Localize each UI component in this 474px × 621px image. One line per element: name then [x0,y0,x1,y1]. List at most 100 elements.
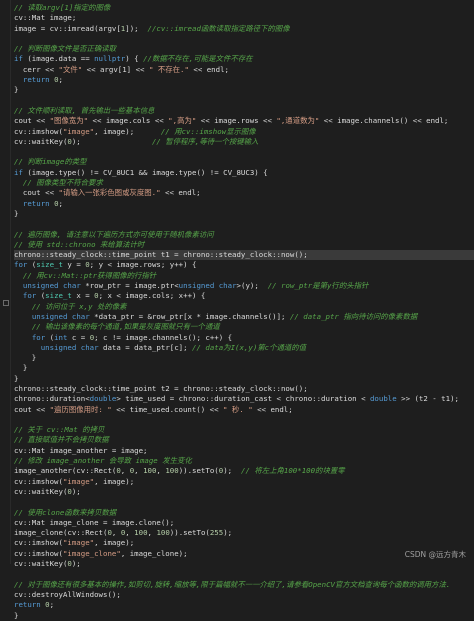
code-line[interactable] [14,34,474,44]
code-line[interactable]: // 判断图像文件是否正确读取 [14,44,474,54]
code-line[interactable] [14,569,474,579]
code-line[interactable]: } [14,353,474,363]
code-line[interactable]: } [14,85,474,95]
code-line[interactable]: // 直接赋值并不会拷贝数据 [14,435,474,445]
code-line[interactable]: } [14,209,474,219]
code-line[interactable]: cout << "图像宽为" << image.cols << ",高为" <<… [14,116,474,126]
code-line[interactable]: cv::Mat image_clone = image.clone(); [14,518,474,528]
code-token: cv::imshow( [14,126,63,136]
code-line[interactable] [14,96,474,106]
code-line[interactable]: if (image.data == nullptr) { //数据不存在,可能是… [14,54,474,64]
code-token: ; [58,198,63,208]
code-token: unsigned [22,281,59,291]
code-token: c = [67,332,90,342]
code-token: } [14,363,28,373]
code-line[interactable]: image = cv::imread(argv[1]); //cv::imrea… [14,24,474,34]
code-line[interactable]: cv::waitKey(0); [14,487,474,497]
code-token: // 判断图像文件是否正确读取 [14,44,117,54]
fold-toggle-icon[interactable] [3,300,9,306]
code-line[interactable]: // 输出该像素的每个通道,如果是灰度图就只有一个通道 [14,322,474,332]
code-line[interactable]: image_another(cv::Rect(0, 0, 100, 100)).… [14,466,474,476]
code-token: )).setTo( [178,466,219,476]
code-line[interactable] [14,147,474,157]
code-token: cout << [14,116,50,126]
code-line[interactable]: // 使用clone函数来拷贝数据 [14,508,474,518]
code-token: image = cv::imread(argv[ [14,23,121,33]
code-token: ( [36,291,46,301]
code-line[interactable]: cerr << "文件" << argv[1] << " 不存在." << en… [14,65,474,75]
code-line[interactable]: for (size_t x = 0; x < image.cols; x++) … [14,291,474,301]
code-line[interactable]: // 修改 image_another 会导致 image 发生变化 [14,456,474,466]
code-line[interactable]: // 关于 cv::Mat 的拷贝 [14,425,474,435]
code-line[interactable]: image_clone(cv::Rect(0, 0, 100, 100)).se… [14,528,474,538]
code-line[interactable]: cv::waitKey(0); [14,559,474,569]
code-token: size_t [45,291,72,301]
code-lines[interactable]: // 读取argv[1]指定的图像 cv::Mat image; image = c… [14,3,474,621]
code-line[interactable]: if (image.type() != CV_8UC1 && image.typ… [14,168,474,178]
code-line[interactable]: cout << "请输入一张彩色图或灰度图." << endl; [14,188,474,198]
code-token: unsigned [40,342,77,352]
code-token: , [125,528,135,538]
code-token: // 输出该像素的每个通道,如果是灰度图就只有一个通道 [31,322,220,332]
code-line[interactable]: // 文件顺利读取, 首先输出一些基本信息 [14,106,474,116]
code-line[interactable]: return 0; [14,199,474,209]
code-line[interactable]: cv::Mat image; [14,13,474,23]
code-line[interactable]: } [14,363,474,373]
code-token: *data_ptr = &row_ptr[x * image.channels(… [89,311,290,321]
code-line[interactable]: chrono::duration<double> time_used = chr… [14,394,474,404]
code-line[interactable]: return 0; [14,75,474,85]
code-line[interactable]: unsigned char *row_ptr = image.ptr<unsig… [14,281,474,291]
code-token: cv::waitKey( [14,486,68,496]
code-token: double [89,394,117,404]
code-token: ",高为" [168,116,197,126]
code-line[interactable]: cv::destroyAllWindows(); [14,590,474,600]
code-line[interactable] [14,497,474,507]
code-line[interactable]: unsigned char *data_ptr = &row_ptr[x * i… [14,312,474,322]
code-line[interactable]: return 0; [14,600,474,610]
code-token: // 访问位于 x,y 处的像素 [31,301,127,311]
code-line[interactable]: cv::imshow("image", image); // 用cv::imsh… [14,127,474,137]
code-token: ); [223,528,233,538]
code-line[interactable]: // 用cv::Mat::ptr获得图像的行指针 [14,271,474,281]
code-line[interactable]: // 图像类型不符合要求 [14,178,474,188]
code-token: // 关于 cv::Mat 的拷贝 [14,425,105,435]
code-line[interactable]: // 访问位于 x,y 处的像素 [14,302,474,312]
code-token: //cv::imread函数读取指定路径下的图像 [147,23,290,33]
code-line[interactable]: unsigned char data = data_ptr[c]; // dat… [14,343,474,353]
code-line[interactable]: chrono::steady_clock::time_point t1 = ch… [14,250,474,261]
code-token: << endl; [252,404,293,414]
code-token: ); [71,136,152,146]
code-line[interactable]: cv::imshow("image", image); [14,538,474,548]
code-token: "image_clone" [62,548,121,558]
code-token: // 文件顺利读取, 首先输出一些基本信息 [14,105,155,115]
code-token: // row_ptr是第y行的头指针 [267,281,369,291]
code-line[interactable]: // 判断image的类型 [14,157,474,167]
code-line[interactable] [14,219,474,229]
code-line[interactable]: for (size_t y = 0; y < image.rows; y++) … [14,260,474,270]
code-line[interactable]: // 遍历图像, 请注意以下遍历方式亦可使用于随机像素访问 [14,230,474,240]
code-line[interactable] [14,415,474,425]
code-line[interactable]: // 对于图像还有很多基本的操作,如剪切,旋转,缩放等,限于篇幅就不一一介绍了,… [14,580,474,590]
code-line[interactable]: // 读取argv[1]指定的图像 [14,3,474,13]
code-line[interactable]: chrono::steady_clock::time_point t2 = ch… [14,384,474,394]
code-line[interactable]: cv::imshow("image", image); [14,477,474,487]
code-line[interactable]: for (int c = 0; c != image.channels(); c… [14,333,474,343]
code-line[interactable]: cv::waitKey(0); // 暂停程序,等待一个按键输入 [14,137,474,147]
code-token: , image); [94,538,135,548]
code-token: chrono::steady_clock::time_point t2 = ch… [14,383,308,393]
code-token: if [14,54,23,64]
code-line[interactable]: // 使用 std::chrono 来给算法计时 [14,240,474,250]
code-editor[interactable]: // 读取argv[1]指定的图像 cv::Mat image; image = c… [0,0,474,620]
code-token: cerr << [14,64,59,74]
code-token: ); [223,466,241,476]
code-line[interactable]: } [14,611,474,621]
code-line[interactable]: cout << "遍历图像用时: " << time_used.count() … [14,405,474,415]
code-line[interactable]: cv::Mat image_another = image; [14,446,474,456]
code-token: ]); [125,23,148,33]
code-line[interactable]: } [14,374,474,384]
